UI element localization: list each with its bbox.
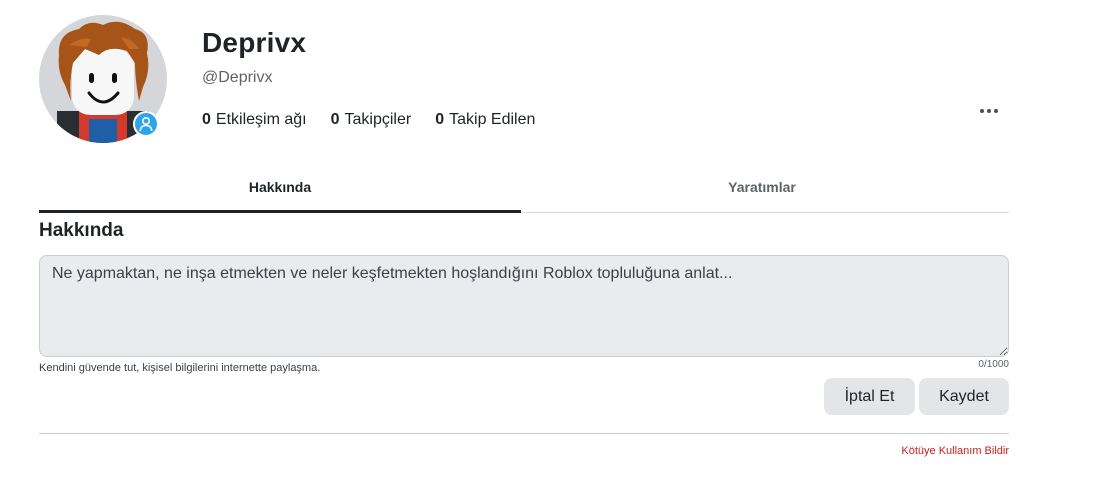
more-dots-icon [980,109,984,113]
stat-label: Etkileşim ağı [215,111,307,128]
safety-helper-text: Kendini güvende tut, kişisel bilgilerini… [39,362,321,374]
stat-count: 0 [330,111,340,128]
user-icon [139,116,153,132]
profile-page: Deprivx @Deprivx 0 Etkileşim ağı 0 Takip… [0,0,1120,485]
tab-bar: Hakkında Yaratımlar [39,170,1009,213]
about-textarea[interactable] [39,255,1009,357]
stat-label: Takip Edilen [449,111,536,128]
cancel-button[interactable]: İptal Et [824,378,915,415]
more-options-button[interactable] [970,99,1008,123]
stat-following[interactable]: 0 Takip Edilen [435,111,535,129]
tab-about[interactable]: Hakkında [39,170,521,213]
more-dots-icon [994,109,998,113]
more-dots-icon [987,109,991,113]
stat-followers[interactable]: 0 Takipçiler [331,111,412,129]
display-name: Deprivx [202,27,307,58]
tab-creations[interactable]: Yaratımlar [521,170,1003,212]
status-badge [133,111,159,137]
avatar-container [39,15,167,143]
stat-label: Takipçiler [344,111,412,128]
stats-row: 0 Etkileşim ağı 0 Takipçiler 0 Takip Edi… [202,111,535,129]
stat-count: 0 [202,111,211,128]
divider [39,433,1009,434]
character-counter: 0/1000 [978,359,1009,370]
username: @Deprivx [202,69,273,86]
save-button[interactable]: Kaydet [919,378,1009,415]
report-abuse-link[interactable]: Kötüye Kullanım Bildir [901,445,1009,457]
section-title: Hakkında [39,220,124,241]
stat-count: 0 [435,111,445,128]
stat-connections[interactable]: 0 Etkileşim ağı [202,111,307,129]
